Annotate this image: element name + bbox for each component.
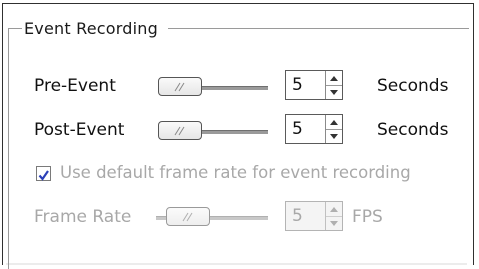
post-event-value[interactable]: 5 (292, 119, 303, 139)
pre-event-slider-thumb[interactable] (158, 77, 202, 96)
event-recording-group (8, 28, 469, 269)
pre-event-slider-track[interactable] (196, 86, 268, 90)
caret-up-icon (330, 206, 338, 212)
caret-down-icon (330, 133, 338, 139)
post-event-spin-buttons (325, 115, 342, 143)
post-event-spinner[interactable]: 5 (285, 114, 343, 144)
frame-rate-unit: FPS (352, 207, 383, 227)
frame-rate-label: Frame Rate (34, 207, 132, 227)
pre-event-decrement-button[interactable] (326, 85, 342, 99)
caret-down-icon (330, 220, 338, 226)
frame-rate-slider-thumb[interactable] (166, 207, 210, 226)
post-event-unit: Seconds (377, 120, 449, 140)
default-frame-rate-checkbox[interactable] (36, 166, 51, 181)
frame-rate-decrement-button[interactable] (326, 216, 342, 230)
caret-up-icon (330, 119, 338, 125)
checkmark-icon (38, 170, 49, 181)
default-frame-rate-label[interactable]: Use default frame rate for event recordi… (60, 163, 411, 182)
pre-event-label: Pre-Event (34, 76, 116, 96)
pre-event-spin-buttons (325, 71, 342, 99)
pre-event-spinner[interactable]: 5 (285, 70, 343, 100)
grip-icon (182, 212, 193, 221)
frame-rate-spin-buttons (325, 202, 342, 230)
post-event-label: Post-Event (34, 120, 125, 140)
frame-rate-value[interactable]: 5 (292, 206, 303, 226)
frame-rate-spinner[interactable]: 5 (285, 201, 343, 231)
caret-up-icon (330, 75, 338, 81)
pre-event-value[interactable]: 5 (292, 75, 303, 95)
group-title: Event Recording (22, 19, 168, 38)
post-event-decrement-button[interactable] (326, 129, 342, 143)
grip-icon (174, 82, 185, 91)
post-event-increment-button[interactable] (326, 115, 342, 130)
pre-event-increment-button[interactable] (326, 71, 342, 86)
post-event-slider-thumb[interactable] (158, 121, 202, 140)
grip-icon (174, 126, 185, 135)
pre-event-unit: Seconds (377, 76, 449, 96)
frame-rate-increment-button[interactable] (326, 202, 342, 217)
post-event-slider-track[interactable] (196, 130, 268, 134)
caret-down-icon (330, 89, 338, 95)
